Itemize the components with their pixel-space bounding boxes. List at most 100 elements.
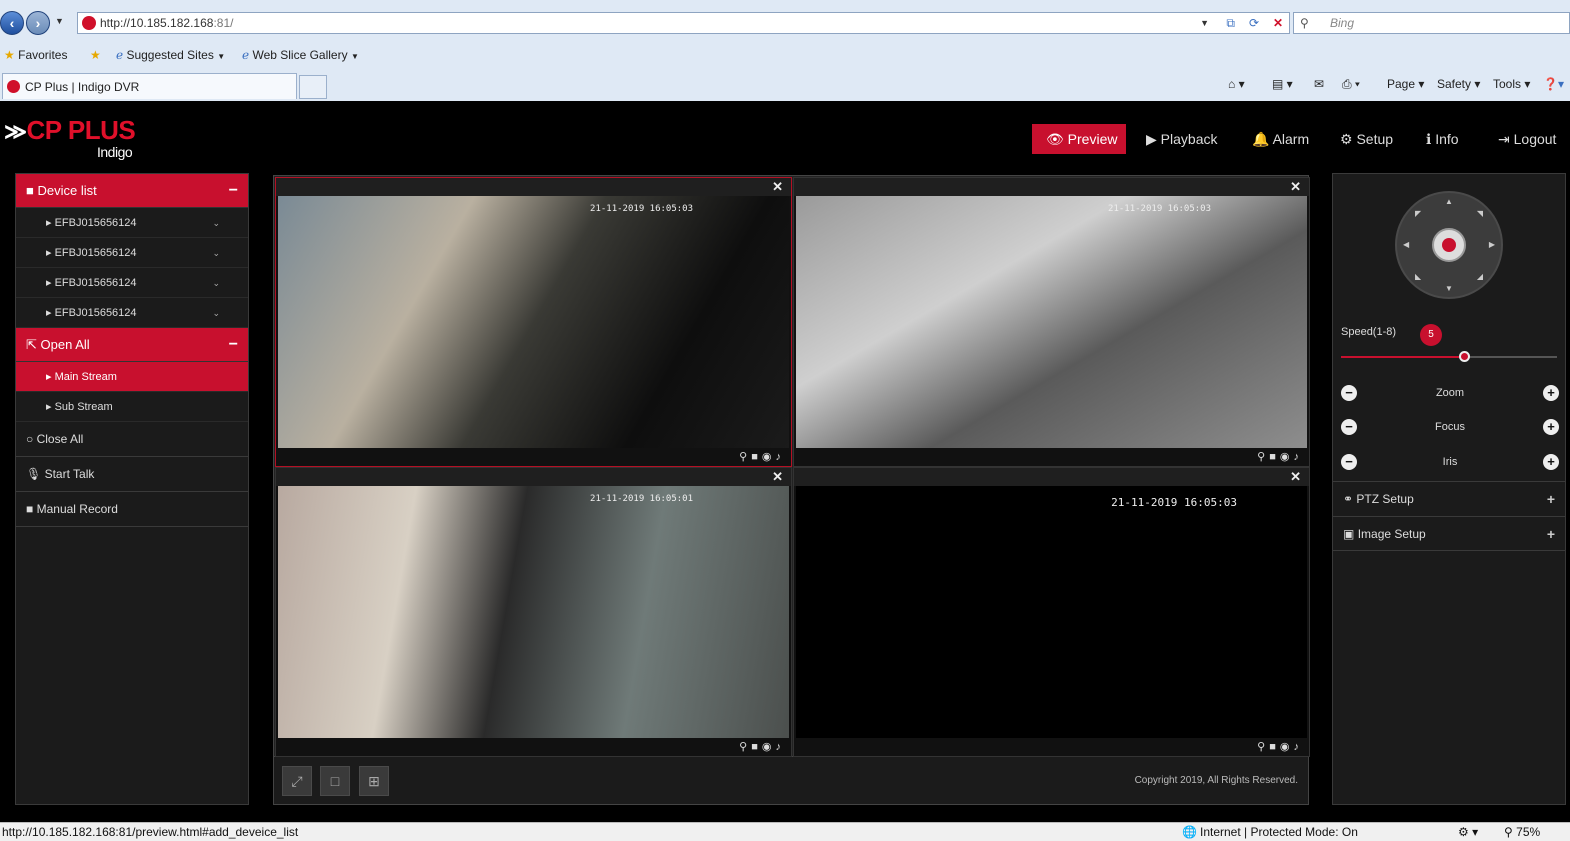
camera-feed[interactable]: 21-11-2019 16:05:01 [278, 486, 789, 739]
device-item[interactable]: ▸ EFBJ015656124 ⌄ [16, 208, 248, 238]
home-icon[interactable]: ⌂ ▾ [1228, 77, 1245, 91]
help-icon[interactable]: ❓▾ [1543, 77, 1564, 91]
video-cell[interactable]: ✕ 21-11-2019 16:05:03 ⚲■◉♪ [275, 177, 792, 467]
speed-slider-knob[interactable] [1459, 351, 1471, 362]
nav-info[interactable]: ℹ Info [1412, 124, 1473, 154]
sub-stream-item[interactable]: ▸ Sub Stream [16, 392, 248, 422]
snapshot-icon[interactable]: ◉ [1280, 741, 1294, 753]
close-icon[interactable]: ✕ [772, 469, 783, 485]
arrow-up-left-icon[interactable]: ◤ [1415, 209, 1421, 218]
snapshot-icon[interactable]: ◉ [762, 451, 776, 463]
forward-button[interactable]: › [26, 11, 50, 35]
device-item[interactable]: ▸ EFBJ015656124 ⌄ [16, 298, 248, 328]
safety-menu[interactable]: Safety ▾ [1437, 77, 1480, 91]
camera-feed[interactable]: 21-11-2019 16:05:03 [796, 486, 1307, 739]
chevron-down-icon[interactable]: ⌄ [212, 208, 220, 238]
feeds-icon[interactable]: ▤ ▾ [1272, 77, 1293, 91]
chevron-down-icon[interactable]: ⌄ [212, 238, 220, 268]
expand-icon[interactable]: + [1547, 517, 1555, 552]
mail-icon[interactable]: ✉ [1314, 77, 1324, 91]
snapshot-icon[interactable]: ◉ [1280, 451, 1294, 463]
refresh-icon[interactable]: ⟳ [1249, 13, 1259, 33]
camera-feed[interactable]: 21-11-2019 16:05:03 [278, 196, 789, 449]
device-list-header[interactable]: ■ Device list − [16, 174, 248, 208]
back-button[interactable]: ‹ [0, 11, 24, 35]
open-all-header[interactable]: ⇱ Open All − [16, 328, 248, 362]
cell-titlebar: ✕ [276, 178, 791, 196]
video-cell[interactable]: ✕ 21-11-2019 16:05:01 ⚲■◉♪ [275, 467, 792, 757]
record-icon[interactable]: ■ [1269, 741, 1280, 753]
snapshot-icon[interactable]: ◉ [762, 741, 776, 753]
web-slice-gallery-link[interactable]: ℯ Web Slice Gallery ▼ [242, 48, 359, 62]
url-dropdown-icon[interactable]: ▼ [1200, 13, 1209, 33]
quad-view-button[interactable]: ⊞ [359, 766, 389, 796]
record-icon[interactable]: ■ [1269, 451, 1280, 463]
new-tab-button[interactable] [299, 75, 327, 99]
ptz-direction-pad[interactable]: ▲ ▼ ◀ ▶ ◤ ◥ ◣ ◢ [1395, 191, 1503, 299]
single-view-button[interactable]: □ [320, 766, 350, 796]
nav-setup[interactable]: ⚙ Setup [1326, 124, 1407, 154]
arrow-up-right-icon[interactable]: ◥ [1477, 209, 1483, 218]
video-cell[interactable]: ✕ 21-11-2019 16:05:03 ⚲■◉♪ [793, 467, 1310, 757]
chevron-down-icon[interactable]: ⌄ [212, 298, 220, 328]
zoom-icon[interactable]: ⚲ [739, 741, 751, 753]
device-item[interactable]: ▸ EFBJ015656124 ⌄ [16, 268, 248, 298]
browser-tab-active[interactable]: CP Plus | Indigo DVR [2, 73, 297, 99]
iris-plus-button[interactable]: + [1543, 454, 1559, 470]
nav-alarm[interactable]: 🔔 Alarm [1238, 124, 1323, 154]
compatibility-view-icon[interactable]: ⧉ [1226, 13, 1235, 33]
chevron-down-icon[interactable]: ⌄ [212, 268, 220, 298]
print-icon[interactable]: ⎙ ▾ [1342, 77, 1360, 92]
fullscreen-button[interactable]: ⤢ [282, 766, 312, 796]
nav-logout[interactable]: ⇥ Logout [1484, 124, 1570, 154]
security-zone: Internet | Protected Mode: On [1200, 825, 1358, 839]
ptz-center-button[interactable] [1432, 228, 1466, 262]
zoom-icon[interactable]: ⚲ [1257, 741, 1269, 753]
recent-pages-icon[interactable]: ▼ [55, 16, 64, 26]
audio-icon[interactable]: ♪ [776, 741, 786, 753]
start-talk-button[interactable]: 🎙 Start Talk [16, 457, 248, 492]
nav-preview[interactable]: 👁 Preview [1032, 124, 1126, 154]
main-stream-item[interactable]: ▸ Main Stream [16, 362, 248, 392]
audio-icon[interactable]: ♪ [1294, 451, 1304, 463]
suggested-sites-link[interactable]: ℯ Suggested Sites ▼ [116, 48, 225, 62]
add-favorites-icon[interactable]: ★ [90, 48, 101, 62]
zone-settings-icon[interactable]: ⚙ ▾ [1458, 823, 1478, 841]
search-input[interactable]: ⚲ Bing [1293, 12, 1570, 34]
zoom-icon[interactable]: ⚲ [1257, 451, 1269, 463]
camera-feed[interactable]: 21-11-2019 16:05:03 [796, 196, 1307, 449]
stop-icon[interactable]: ✕ [1273, 13, 1283, 33]
zoom-icon[interactable]: ⚲ [739, 451, 751, 463]
video-cell[interactable]: ✕ 21-11-2019 16:05:03 ⚲■◉♪ [793, 177, 1310, 467]
arrow-down-left-icon[interactable]: ◣ [1415, 272, 1421, 281]
collapse-icon[interactable]: − [229, 174, 238, 208]
nav-playback[interactable]: ▶ Playback [1132, 124, 1231, 154]
focus-plus-button[interactable]: + [1543, 419, 1559, 435]
arrow-up-icon[interactable]: ▲ [1445, 197, 1453, 206]
page-menu[interactable]: Page ▾ [1387, 77, 1424, 91]
close-icon[interactable]: ✕ [772, 179, 783, 195]
close-icon[interactable]: ✕ [1290, 179, 1301, 195]
record-icon[interactable]: ■ [751, 451, 762, 463]
arrow-right-icon[interactable]: ▶ [1489, 240, 1495, 249]
zoom-plus-button[interactable]: + [1543, 385, 1559, 401]
ptz-setup-section[interactable]: ⚭ PTZ Setup + [1333, 481, 1565, 516]
zoom-level[interactable]: ⚲ 75% [1504, 823, 1540, 841]
arrow-left-icon[interactable]: ◀ [1403, 240, 1409, 249]
device-item[interactable]: ▸ EFBJ015656124 ⌄ [16, 238, 248, 268]
arrow-down-right-icon[interactable]: ◢ [1477, 272, 1483, 281]
close-icon[interactable]: ✕ [1290, 469, 1301, 485]
manual-record-button[interactable]: ■ Manual Record [16, 492, 248, 527]
tools-menu[interactable]: Tools ▾ [1493, 77, 1530, 91]
audio-icon[interactable]: ♪ [1294, 741, 1304, 753]
address-bar[interactable]: http://10.185.182.168:81/ ▼ ⧉ ⟳ ✕ [77, 12, 1290, 34]
record-icon[interactable]: ■ [751, 741, 762, 753]
favorites-button[interactable]: ★ Favorites [4, 48, 67, 62]
close-all-button[interactable]: ○ Close All [16, 422, 248, 457]
image-setup-section[interactable]: ▣ Image Setup + [1333, 516, 1565, 551]
collapse-icon[interactable]: − [229, 328, 238, 362]
arrow-down-icon[interactable]: ▼ [1445, 284, 1453, 293]
audio-icon[interactable]: ♪ [776, 451, 786, 463]
expand-icon[interactable]: + [1547, 482, 1555, 517]
speed-slider[interactable] [1341, 351, 1557, 362]
